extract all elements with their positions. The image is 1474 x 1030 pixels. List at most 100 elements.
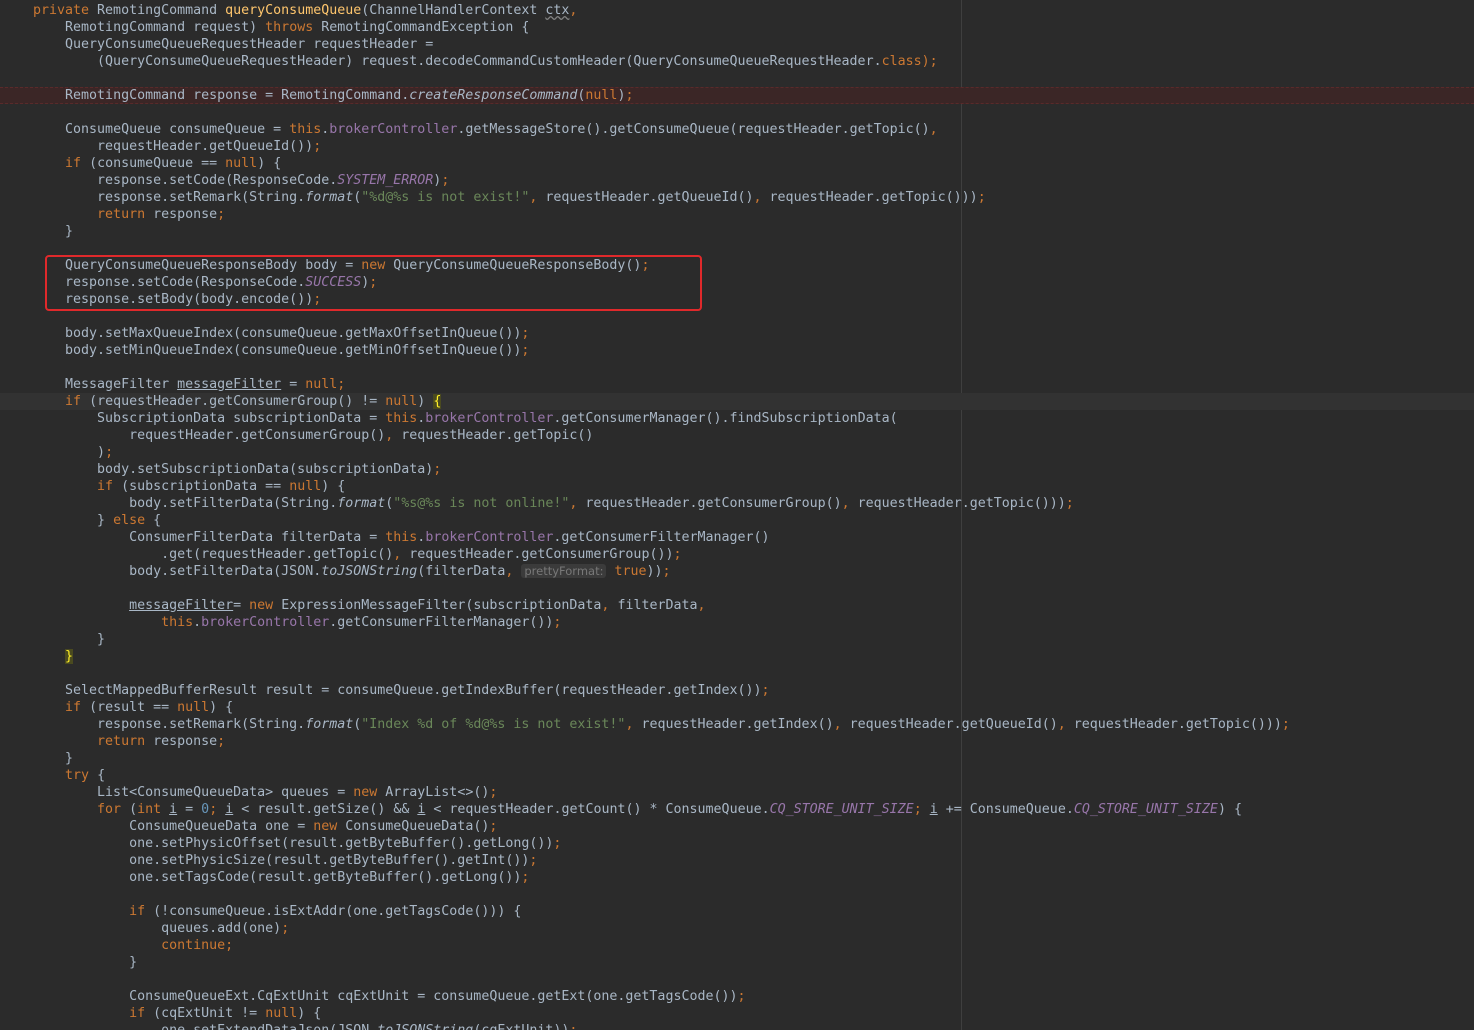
- code-line[interactable]: RemotingCommand request) throws Remoting…: [0, 19, 1474, 36]
- code-token: toJSONString: [377, 1023, 473, 1030]
- code-line[interactable]: body.setSubscriptionData(subscriptionDat…: [0, 461, 1474, 478]
- code-token: ;: [625, 88, 634, 103]
- code-line[interactable]: one.setTagsCode(result.getByteBuffer().g…: [0, 869, 1474, 886]
- code-line[interactable]: return response;: [0, 206, 1474, 223]
- code-token: }: [129, 955, 138, 970]
- code-line[interactable]: response.setRemark(String.format("Index …: [0, 716, 1474, 733]
- code-token: body.setFilterData(String.: [129, 496, 338, 511]
- code-line[interactable]: }: [0, 750, 1474, 767]
- code-line[interactable]: messageFilter= new ExpressionMessageFilt…: [0, 597, 1474, 614]
- code-line[interactable]: [0, 359, 1474, 376]
- code-token: 0: [201, 802, 210, 817]
- code-token: ;: [217, 207, 226, 222]
- code-token: < requestHeader.getCount() * ConsumeQueu…: [425, 802, 770, 817]
- code-line[interactable]: return response;: [0, 733, 1474, 750]
- code-token: one.setPhysicOffset(result.getByteBuffer…: [129, 836, 554, 851]
- code-line[interactable]: .get(requestHeader.getTopic(), requestHe…: [0, 546, 1474, 563]
- code-token: body.setMinQueueIndex(consumeQueue.getMi…: [65, 343, 522, 358]
- code-line[interactable]: [0, 886, 1474, 903]
- code-line[interactable]: SelectMappedBufferResult result = consum…: [0, 682, 1474, 699]
- code-token: null: [385, 394, 418, 409]
- code-line[interactable]: body.setMaxQueueIndex(consumeQueue.getMa…: [0, 325, 1474, 342]
- code-token: queryConsumeQueue: [225, 3, 362, 18]
- code-lines[interactable]: private RemotingCommand queryConsumeQueu…: [0, 2, 1474, 1030]
- code-token: requestHeader.getQueueId(): [849, 717, 1058, 732]
- code-line[interactable]: response.setCode(ResponseCode.SYSTEM_ERR…: [0, 172, 1474, 189]
- code-line[interactable]: if (subscriptionData == null) {: [0, 478, 1474, 495]
- code-line[interactable]: one.setPhysicOffset(result.getByteBuffer…: [0, 835, 1474, 852]
- code-line[interactable]: [0, 580, 1474, 597]
- code-line[interactable]: if (consumeQueue == null) {: [0, 155, 1474, 172]
- code-line[interactable]: queues.add(one);: [0, 920, 1474, 937]
- annotation-highlight-box: [45, 255, 702, 311]
- code-token: requestHeader.getTopic())): [857, 496, 1066, 511]
- code-line[interactable]: ConsumeQueueExt.CqExtUnit cqExtUnit = co…: [0, 988, 1474, 1005]
- code-line[interactable]: this.brokerController.getConsumerFilterM…: [0, 614, 1474, 631]
- code-line[interactable]: List<ConsumeQueueData> queues = new Arra…: [0, 784, 1474, 801]
- code-token: requestHeader.getConsumerGroup(): [585, 496, 842, 511]
- code-line[interactable]: }: [0, 223, 1474, 240]
- code-line[interactable]: requestHeader.getQueueId());: [0, 138, 1474, 155]
- code-line[interactable]: try {: [0, 767, 1474, 784]
- parameter-hint: prettyFormat:: [521, 564, 607, 578]
- code-line[interactable]: } else {: [0, 512, 1474, 529]
- code-line[interactable]: (QueryConsumeQueueRequestHeader) request…: [0, 53, 1474, 70]
- code-line[interactable]: QueryConsumeQueueRequestHeader requestHe…: [0, 36, 1474, 53]
- code-token: "Index %d of %d@%s is not exist!": [361, 717, 626, 732]
- code-line[interactable]: [0, 665, 1474, 682]
- code-token: ;: [673, 547, 682, 562]
- code-token: ,: [385, 428, 402, 443]
- code-line[interactable]: );: [0, 444, 1474, 461]
- code-line[interactable]: body.setFilterData(JSON.toJSONString(fil…: [0, 563, 1474, 580]
- code-token: i: [929, 802, 938, 817]
- code-line[interactable]: one.setPhysicSize(result.getByteBuffer()…: [0, 852, 1474, 869]
- code-line[interactable]: for (int i = 0; i < result.getSize() && …: [0, 801, 1474, 818]
- code-token: requestHeader.getQueueId()): [97, 139, 314, 154]
- code-line[interactable]: response.setRemark(String.format("%d@%s …: [0, 189, 1474, 206]
- code-line[interactable]: body.setMinQueueIndex(consumeQueue.getMi…: [0, 342, 1474, 359]
- code-line[interactable]: RemotingCommand response = RemotingComma…: [0, 87, 1474, 104]
- code-line[interactable]: [0, 104, 1474, 121]
- code-line[interactable]: ConsumerFilterData filterData = this.bro…: [0, 529, 1474, 546]
- code-line[interactable]: }: [0, 631, 1474, 648]
- code-token: format: [305, 717, 354, 732]
- code-line[interactable]: private RemotingCommand queryConsumeQueu…: [0, 2, 1474, 19]
- code-line[interactable]: requestHeader.getConsumerGroup(), reques…: [0, 427, 1474, 444]
- code-token: requestHeader.getTopic(): [401, 428, 594, 443]
- code-line[interactable]: body.setFilterData(String.format("%s@%s …: [0, 495, 1474, 512]
- code-token: ): [97, 445, 106, 460]
- code-line[interactable]: [0, 971, 1474, 988]
- code-line[interactable]: if (cqExtUnit != null) {: [0, 1005, 1474, 1022]
- code-line[interactable]: MessageFilter messageFilter = null;: [0, 376, 1474, 393]
- code-line[interactable]: ConsumeQueueData one = new ConsumeQueueD…: [0, 818, 1474, 835]
- code-line[interactable]: }: [0, 954, 1474, 971]
- code-token: ): [417, 394, 434, 409]
- code-line[interactable]: if (!consumeQueue.isExtAddr(one.getTagsC…: [0, 903, 1474, 920]
- code-line[interactable]: if (result == null) {: [0, 699, 1474, 716]
- code-token: true: [606, 564, 647, 579]
- code-token: RemotingCommand request): [65, 20, 266, 35]
- code-line[interactable]: }: [0, 648, 1474, 665]
- code-token: ,: [505, 564, 522, 579]
- code-token: CQ_STORE_UNIT_SIZE: [1073, 802, 1218, 817]
- code-token: this: [161, 615, 194, 630]
- code-token: (filterData: [417, 564, 506, 579]
- code-token: .getConsumerFilterManager(): [553, 530, 770, 545]
- code-line[interactable]: continue;: [0, 937, 1474, 954]
- code-token: ,: [929, 122, 938, 137]
- code-line[interactable]: SubscriptionData subscriptionData = this…: [0, 410, 1474, 427]
- code-editor[interactable]: private RemotingCommand queryConsumeQueu…: [0, 0, 1474, 1030]
- code-token: }: [65, 751, 74, 766]
- code-line[interactable]: ConsumeQueue consumeQueue = this.brokerC…: [0, 121, 1474, 138]
- code-token: ;: [737, 989, 746, 1004]
- code-line[interactable]: [0, 70, 1474, 87]
- code-line[interactable]: one.setExtendDataJson(JSON.toJSONString(…: [0, 1022, 1474, 1030]
- code-line[interactable]: if (requestHeader.getConsumerGroup() != …: [0, 393, 1474, 410]
